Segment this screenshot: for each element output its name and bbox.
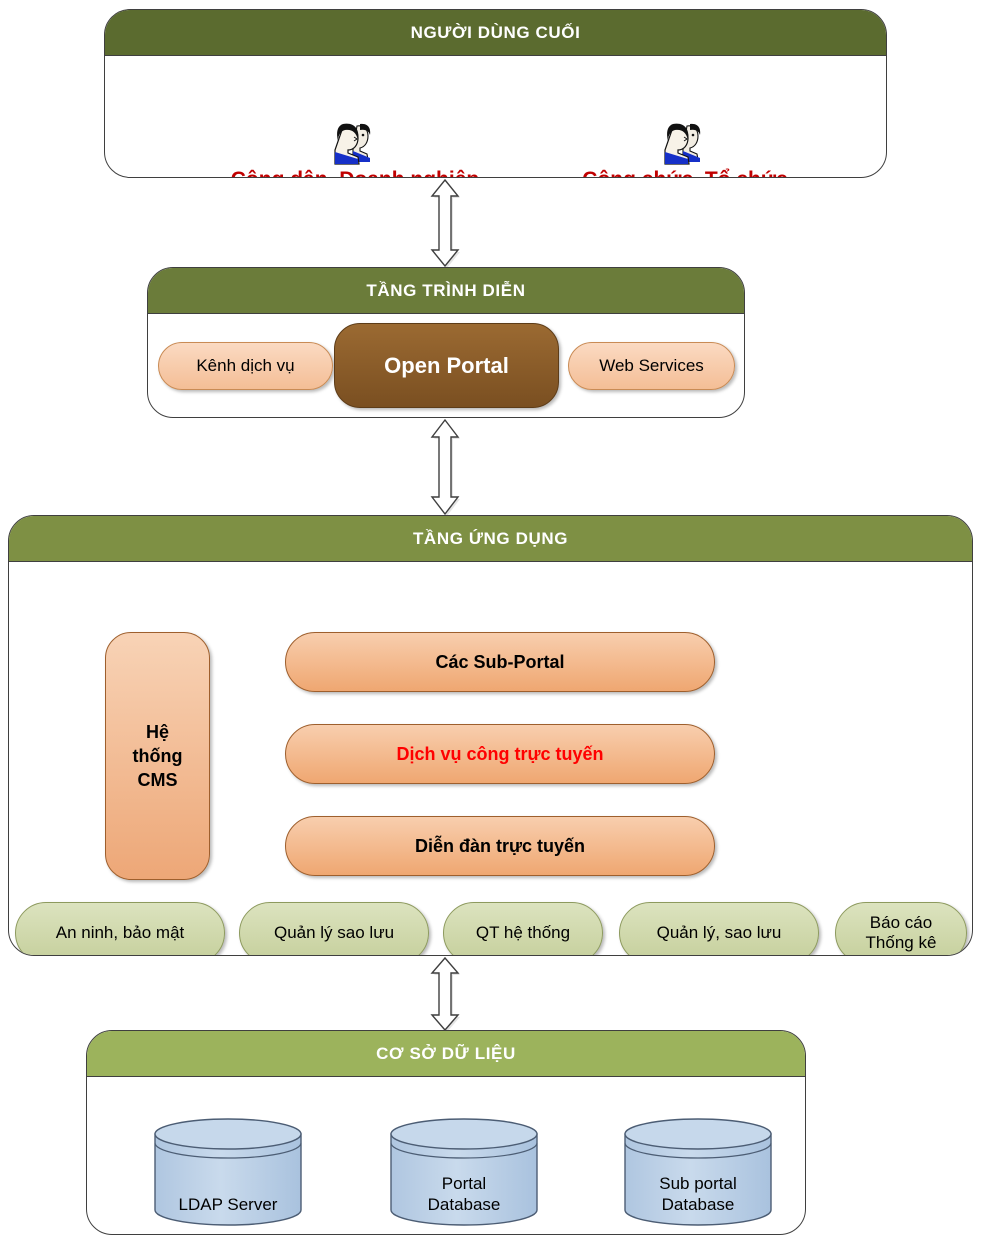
user-group-citizen: Công dân, Doanh nghiệp xyxy=(155,118,555,177)
node-service-report-statistics-label: Báo cáo Thống kê xyxy=(865,912,937,952)
layer-end-user-header: NGƯỜI DÙNG CUỐI xyxy=(105,10,886,56)
node-online-public-service[interactable]: Dịch vụ công trực tuyến xyxy=(285,724,715,784)
database-cylinder-icon xyxy=(624,1118,772,1226)
node-service-system-admin[interactable]: QT hệ thống xyxy=(443,902,603,955)
node-web-services[interactable]: Web Services xyxy=(568,342,735,390)
node-open-portal[interactable]: Open Portal xyxy=(334,323,559,408)
node-web-services-label: Web Services xyxy=(599,356,704,376)
node-service-security[interactable]: An ninh, bảo mật xyxy=(15,902,225,955)
node-service-system-admin-label: QT hệ thống xyxy=(475,922,571,942)
node-kenh-dich-vu-label: Kênh dịch vụ xyxy=(196,356,295,376)
connector-application-to-database xyxy=(430,956,460,1032)
connector-presentation-to-application xyxy=(430,418,460,516)
node-ldap-server[interactable]: LDAP Server xyxy=(151,1117,305,1227)
node-service-backup-management[interactable]: Quản lý sao lưu xyxy=(239,902,429,955)
layer-database: CƠ SỞ DỮ LIỆU LDAP Server Portal Databas… xyxy=(86,1030,806,1235)
layer-end-user: NGƯỜI DÙNG CUỐI Công dân, Doanh nghiệp xyxy=(104,9,887,178)
layer-end-user-body: Công dân, Doanh nghiệp Công chức, Tổ chứ… xyxy=(105,56,886,177)
node-service-security-label: An ninh, bảo mật xyxy=(55,922,185,942)
users-icon xyxy=(334,123,371,165)
node-portal-database[interactable]: Portal Database xyxy=(387,1117,541,1227)
layer-database-header: CƠ SỞ DỮ LIỆU xyxy=(87,1031,805,1077)
user-group-citizen-label: Công dân, Doanh nghiệp xyxy=(155,168,555,177)
users-icon xyxy=(664,123,701,165)
node-service-backup-management-label: Quản lý sao lưu xyxy=(273,922,395,942)
layer-application-body: Hệ thống CMS Các Sub-Portal Dịch vụ công t… xyxy=(9,562,972,955)
connector-enduser-to-presentation xyxy=(430,178,460,268)
node-online-forum[interactable]: Diễn đàn trực tuyến xyxy=(285,816,715,876)
layer-presentation-header: TẦNG TRÌNH DIỄN xyxy=(148,268,744,314)
layer-application: TẦNG ỨNG DỤNG Hệ thống CMS Các Sub-Portal … xyxy=(8,515,973,956)
layer-database-body: LDAP Server Portal Database Sub portal D… xyxy=(87,1077,805,1234)
database-cylinder-icon xyxy=(390,1118,538,1226)
node-service-management-backup[interactable]: Quản lý, sao lưu xyxy=(619,902,819,955)
node-online-forum-label: Diễn đàn trực tuyến xyxy=(414,835,586,856)
node-service-management-backup-label: Quản lý, sao lưu xyxy=(656,922,782,942)
node-sub-portal-database[interactable]: Sub portal Database xyxy=(621,1117,775,1227)
node-cms-system-label: Hệ thống CMS xyxy=(132,721,183,791)
layer-application-header: TẦNG ỨNG DỤNG xyxy=(9,516,972,562)
layer-presentation: TẦNG TRÌNH DIỄN Kênh dịch vụ Open Portal… xyxy=(147,267,745,418)
node-sub-portals-label: Các Sub-Portal xyxy=(435,651,565,672)
node-cms-system[interactable]: Hệ thống CMS xyxy=(105,632,210,880)
node-service-report-statistics[interactable]: Báo cáo Thống kê xyxy=(835,902,967,955)
node-open-portal-label: Open Portal xyxy=(384,352,509,378)
database-cylinder-icon xyxy=(154,1118,302,1226)
node-online-public-service-label: Dịch vụ công trực tuyến xyxy=(396,743,604,764)
user-group-official-label: Công chức, Tổ chức xyxy=(515,168,855,177)
node-sub-portals[interactable]: Các Sub-Portal xyxy=(285,632,715,692)
layer-presentation-body: Kênh dịch vụ Open Portal Web Services xyxy=(148,314,744,417)
node-kenh-dich-vu[interactable]: Kênh dịch vụ xyxy=(158,342,333,390)
user-group-official: Công chức, Tổ chức xyxy=(515,118,855,177)
